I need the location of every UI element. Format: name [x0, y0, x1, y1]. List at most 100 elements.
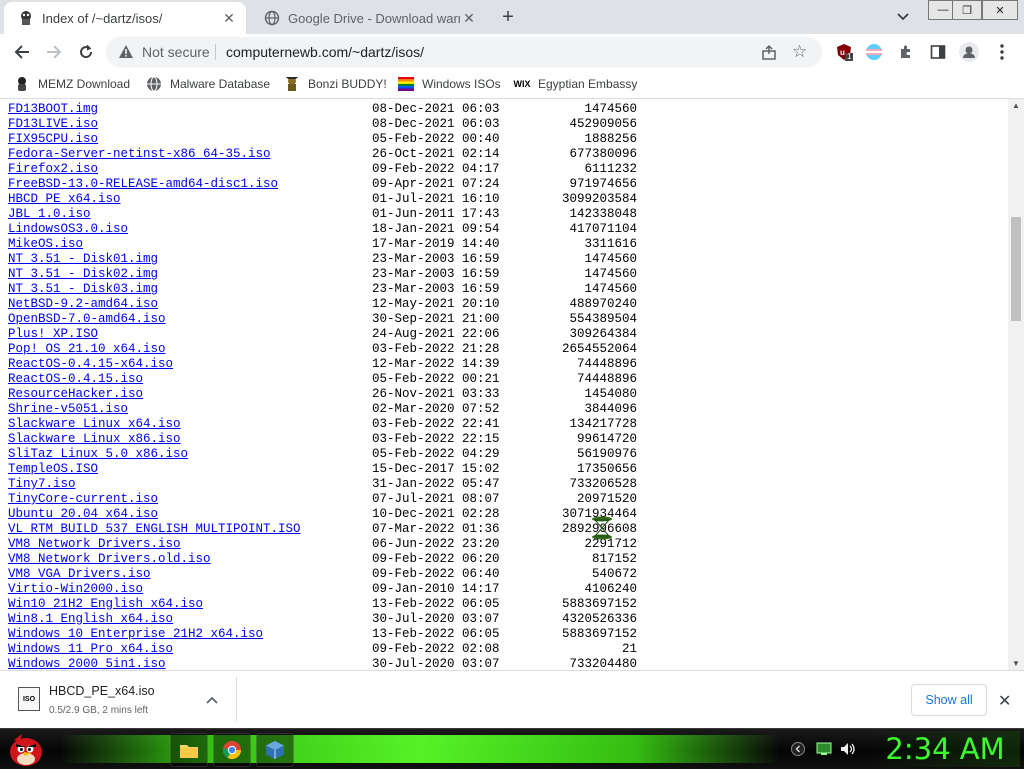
file-link[interactable]: Slackware_Linux_x86.iso [8, 432, 181, 446]
file-link[interactable]: Ubuntu_20.04_x64.iso [8, 507, 158, 521]
file-link[interactable]: NT_3.51_-_Disk03.img [8, 282, 158, 296]
share-icon[interactable] [761, 44, 777, 65]
address-bar[interactable]: Not secure computernewb.com/~dartz/isos/… [106, 37, 822, 67]
file-link[interactable]: Fedora-Server-netinst-x86_64-35.iso [8, 147, 271, 161]
file-size: 3844096 [584, 402, 637, 416]
bookmark-bonzi-buddy[interactable]: Bonzi BUDDY! [284, 74, 387, 94]
file-link[interactable]: VM8_VGA_Drivers.iso [8, 567, 151, 581]
file-link[interactable]: NT_3.51_-_Disk01.img [8, 252, 158, 266]
download-options-chevron-icon[interactable] [205, 692, 219, 710]
volume-icon[interactable] [840, 741, 856, 757]
extension-badge: 1 [847, 52, 852, 61]
file-link[interactable]: ResourceHacker.iso [8, 387, 143, 401]
file-explorer-icon[interactable] [170, 733, 208, 767]
tab-index-isos[interactable]: Index of /~dartz/isos/ ✕ [4, 2, 246, 34]
bookmark-windows-isos[interactable]: Windows ISOs [398, 74, 501, 94]
file-link[interactable]: LindowsOS3.0.iso [8, 222, 128, 236]
file-link[interactable]: Slackware_Linux_x64.iso [8, 417, 181, 431]
file-link[interactable]: Virtio-Win2000.iso [8, 582, 143, 596]
file-size: 3311616 [584, 237, 637, 251]
file-link[interactable]: NetBSD-9.2-amd64.iso [8, 297, 158, 311]
back-button[interactable] [12, 42, 32, 62]
new-tab-button[interactable]: + [497, 7, 519, 29]
file-link[interactable]: Tiny7.iso [8, 477, 76, 491]
scroll-up-arrow-icon[interactable]: ▲ [1012, 101, 1020, 110]
file-link[interactable]: FD13LIVE.iso [8, 117, 98, 131]
virtualbox-icon[interactable] [256, 733, 294, 767]
side-panel-icon[interactable] [928, 42, 948, 62]
file-link[interactable]: FIX95CPU.iso [8, 132, 98, 146]
file-link[interactable]: TempleOS.ISO [8, 462, 98, 476]
file-date: 09-Feb-2022 06:40 [372, 567, 500, 581]
bookmark-egyptian-embassy[interactable]: WIX Egyptian Embassy [514, 74, 638, 94]
file-size: 554389504 [569, 312, 637, 326]
taskbar-clock[interactable]: 2:34 AM [870, 731, 1020, 767]
network-icon[interactable] [816, 741, 832, 757]
tab-close-icon[interactable]: ✕ [220, 9, 238, 27]
file-link[interactable]: Win10_21H2_English_x64.iso [8, 597, 203, 611]
tab-search-chevron-icon[interactable] [896, 9, 914, 25]
file-link[interactable]: FD13BOOT.img [8, 102, 98, 116]
file-size: 20971520 [576, 492, 637, 506]
warning-icon[interactable] [118, 44, 134, 65]
file-date: 10-Dec-2021 02:28 [372, 507, 500, 521]
file-link[interactable]: Windows_2000_5in1.iso [8, 657, 166, 670]
file-link[interactable]: Firefox2.iso [8, 162, 98, 176]
close-window-button[interactable]: ✕ [982, 0, 1018, 20]
extension-flag-icon[interactable] [864, 42, 884, 62]
download-shelf: ISO HBCD_PE_x64.iso 0.5/2.9 GB, 2 mins l… [0, 670, 1024, 729]
scroll-down-arrow-icon[interactable]: ▼ [1012, 659, 1020, 668]
svg-text:u: u [840, 48, 845, 57]
file-date: 05-Feb-2022 00:40 [372, 132, 500, 146]
menu-kebab-icon[interactable] [992, 42, 1012, 62]
file-link[interactable]: ReactOS-0.4.15.iso [8, 372, 143, 386]
bookmark-memz[interactable]: MEMZ Download [14, 74, 130, 94]
rainbow-flag-icon [398, 76, 414, 92]
file-link[interactable]: VL_RTM_BUILD_537_ENGLISH_MULTIPOINT.ISO [8, 522, 301, 536]
taskbar-glow [60, 735, 780, 763]
file-link[interactable]: SliTaz_Linux_5.0_x86.iso [8, 447, 188, 461]
file-link[interactable]: VM8_Network_Drivers.iso [8, 537, 181, 551]
reload-button[interactable] [76, 42, 96, 62]
file-link[interactable]: TinyCore-current.iso [8, 492, 158, 506]
profile-avatar-icon[interactable] [959, 42, 979, 62]
file-size: 309264384 [569, 327, 637, 341]
bookmark-star-icon[interactable]: ☆ [792, 42, 807, 62]
show-hidden-icons-icon[interactable] [790, 741, 806, 757]
file-link[interactable]: Pop!_OS_21.10_x64.iso [8, 342, 166, 356]
file-size: 17350656 [576, 462, 637, 476]
file-link[interactable]: MikeOS.iso [8, 237, 83, 251]
file-link[interactable]: JBL_1.0.iso [8, 207, 91, 221]
tab-close-icon[interactable]: ✕ [460, 9, 478, 27]
vertical-scrollbar[interactable]: ▲ ▼ [1008, 99, 1024, 670]
busy-cursor-icon [590, 514, 614, 542]
security-status[interactable]: Not secure [142, 44, 210, 60]
file-link[interactable]: FreeBSD-13.0-RELEASE-amd64-disc1.iso [8, 177, 278, 191]
show-all-button[interactable]: Show all [911, 684, 987, 716]
file-link[interactable]: Shrine-v5051.iso [8, 402, 128, 416]
ublock-extension-icon[interactable]: u 1 [834, 42, 854, 62]
close-shelf-icon[interactable]: ✕ [998, 691, 1011, 711]
forward-button[interactable] [44, 42, 64, 62]
file-link[interactable]: Win8.1_English_x64.iso [8, 612, 173, 626]
start-button-angry-bird-icon[interactable] [4, 730, 48, 768]
scrollbar-thumb[interactable] [1011, 217, 1021, 321]
file-size: 142338048 [569, 207, 637, 221]
extensions-puzzle-icon[interactable] [896, 42, 916, 62]
file-link[interactable]: Plus!_XP.ISO [8, 327, 98, 341]
file-size: 452909056 [569, 117, 637, 131]
file-link[interactable]: Windows_10_Enterprise_21H2_x64.iso [8, 627, 263, 641]
url-text[interactable]: computernewb.com/~dartz/isos/ [226, 44, 424, 60]
file-link[interactable]: VM8_Network_Drivers.old.iso [8, 552, 211, 566]
file-link[interactable]: NT_3.51_-_Disk02.img [8, 267, 158, 281]
file-link[interactable]: OpenBSD-7.0-amd64.iso [8, 312, 166, 326]
file-size: 1474560 [584, 267, 637, 281]
tab-google-drive[interactable]: Google Drive - Download warnin ✕ [250, 2, 486, 34]
chrome-icon[interactable] [213, 733, 251, 767]
restore-button[interactable]: ❐ [952, 0, 982, 20]
file-link[interactable]: HBCD_PE_x64.iso [8, 192, 121, 206]
file-link[interactable]: ReactOS-0.4.15-x64.iso [8, 357, 173, 371]
bookmark-malware-database[interactable]: Malware Database [146, 74, 270, 94]
download-filename[interactable]: HBCD_PE_x64.iso [49, 684, 155, 698]
file-link[interactable]: Windows_11_Pro_x64.iso [8, 642, 173, 656]
